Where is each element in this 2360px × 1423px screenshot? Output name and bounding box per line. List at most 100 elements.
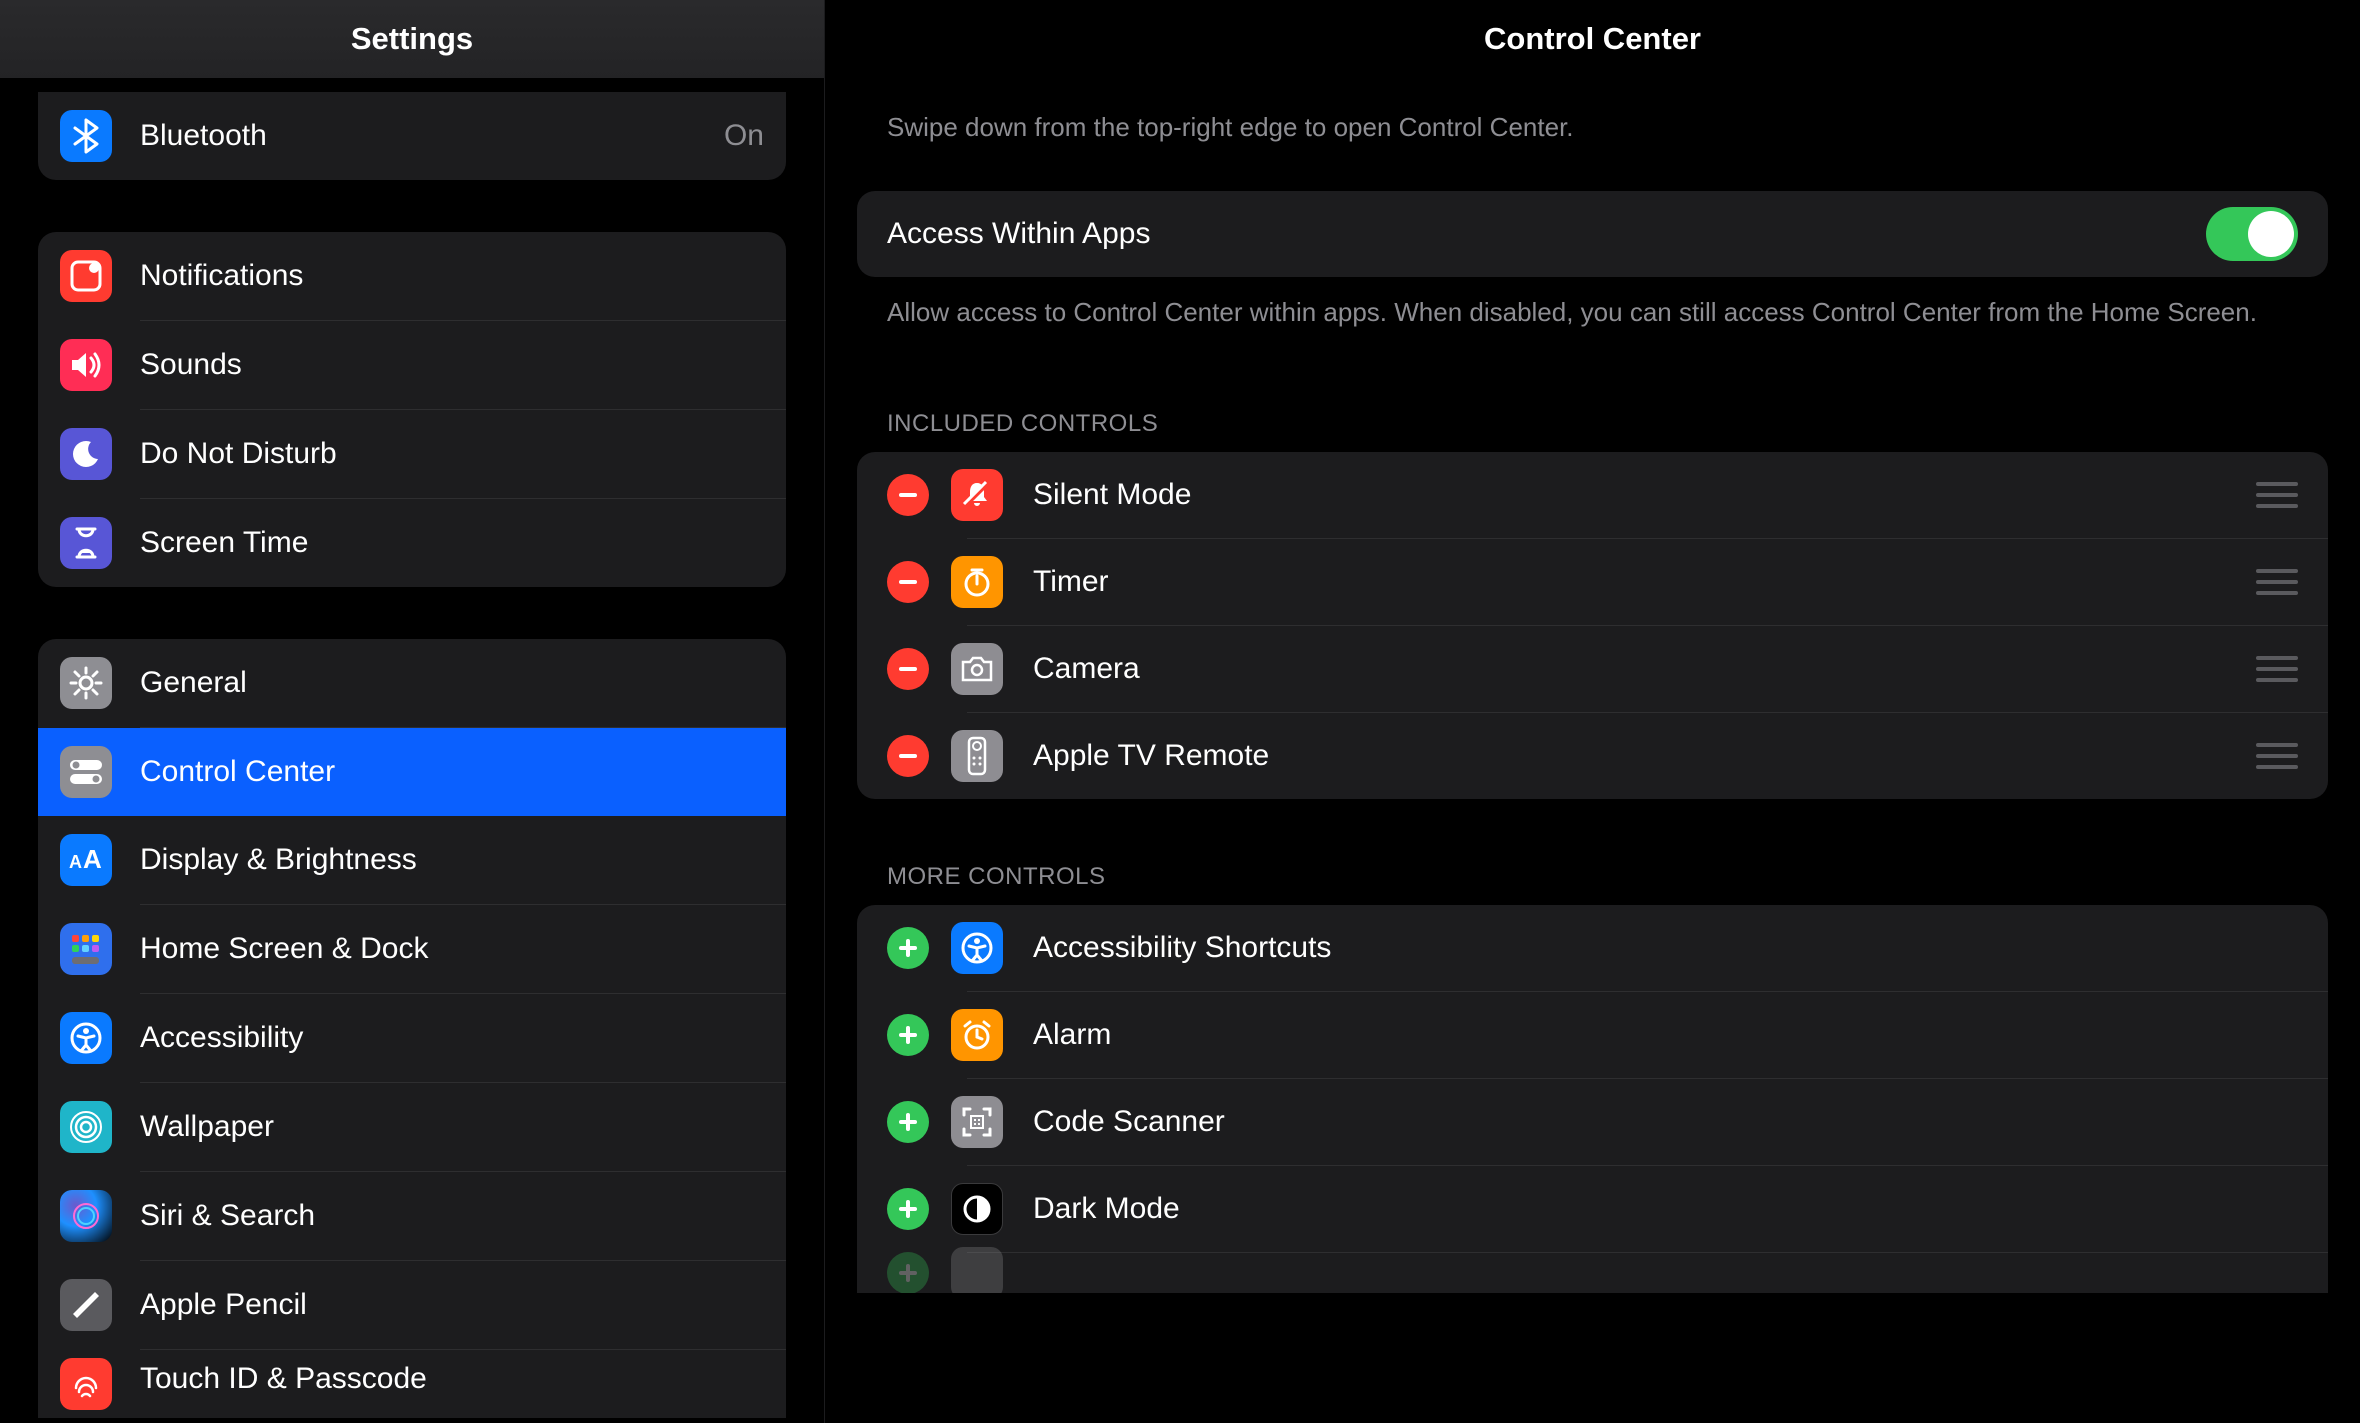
sidebar-item-label: General — [140, 666, 764, 700]
sidebar-item-control-center[interactable]: Control Center — [38, 728, 786, 816]
fingerprint-icon — [60, 1358, 112, 1410]
sidebar-item-value: On — [724, 119, 764, 153]
moon-icon — [60, 428, 112, 480]
sidebar-item-do-not-disturb[interactable]: Do Not Disturb — [38, 410, 786, 498]
included-controls-header: INCLUDED CONTROLS — [857, 410, 2328, 452]
remove-button[interactable] — [887, 735, 929, 777]
access-within-apps-switch[interactable] — [2206, 207, 2298, 261]
sidebar-group-notifications: Notifications Sounds Do Not Disturb — [38, 232, 786, 587]
remove-button[interactable] — [887, 561, 929, 603]
qr-scanner-icon — [951, 1096, 1003, 1148]
included-item-label: Timer — [1033, 565, 2256, 599]
app-root: Settings Bluetooth On Notificat — [0, 0, 2360, 1423]
more-item-label: Alarm — [1033, 1018, 2298, 1052]
svg-text:A: A — [69, 852, 82, 872]
drag-handle[interactable] — [2256, 482, 2298, 508]
sidebar-item-screen-time[interactable]: Screen Time — [38, 499, 786, 587]
more-controls-card: Accessibility Shortcuts Alarm Co — [857, 905, 2328, 1293]
more-item-label: Code Scanner — [1033, 1105, 2298, 1139]
more-item-extra — [857, 1253, 2328, 1293]
app-grid-icon — [60, 923, 112, 975]
more-item-accessibility-shortcuts: Accessibility Shortcuts — [857, 905, 2328, 991]
sidebar-item-label: Screen Time — [140, 526, 764, 560]
add-button[interactable] — [887, 1014, 929, 1056]
more-item-label: Dark Mode — [1033, 1192, 2298, 1226]
sidebar-item-label: Touch ID & Passcode — [140, 1362, 764, 1396]
sidebar-item-accessibility[interactable]: Accessibility — [38, 994, 786, 1082]
more-item-label: Accessibility Shortcuts — [1033, 931, 2298, 965]
sidebar-item-label: Siri & Search — [140, 1199, 764, 1233]
dark-mode-icon — [951, 1183, 1003, 1235]
sidebar-item-wallpaper[interactable]: Wallpaper — [38, 1083, 786, 1171]
included-item-silent-mode: Silent Mode — [857, 452, 2328, 538]
sidebar-item-label: Sounds — [140, 348, 764, 382]
included-item-camera: Camera — [857, 626, 2328, 712]
drag-handle[interactable] — [2256, 656, 2298, 682]
accessibility-icon — [60, 1012, 112, 1064]
access-within-apps-label: Access Within Apps — [887, 217, 2206, 251]
siri-icon — [60, 1190, 112, 1242]
included-item-apple-tv-remote: Apple TV Remote — [857, 713, 2328, 799]
remove-button[interactable] — [887, 474, 929, 516]
sidebar-item-bluetooth[interactable]: Bluetooth On — [38, 92, 786, 180]
sidebar-item-siri-search[interactable]: Siri & Search — [38, 1172, 786, 1260]
included-item-label: Silent Mode — [1033, 478, 2256, 512]
detail-title: Control Center — [825, 0, 2360, 78]
drag-handle[interactable] — [2256, 569, 2298, 595]
sidebar-item-label: Home Screen & Dock — [140, 932, 764, 966]
more-item-alarm: Alarm — [857, 992, 2328, 1078]
detail-scroll[interactable]: Swipe down from the top-right edge to op… — [825, 78, 2360, 1423]
more-item-code-scanner: Code Scanner — [857, 1079, 2328, 1165]
sidebar-item-notifications[interactable]: Notifications — [38, 232, 786, 320]
sidebar-scroll[interactable]: Bluetooth On Notifications Sounds — [0, 78, 824, 1423]
toggles-icon — [60, 746, 112, 798]
sidebar-item-sounds[interactable]: Sounds — [38, 321, 786, 409]
bell-slashed-icon — [951, 469, 1003, 521]
sidebar-item-label: Apple Pencil — [140, 1288, 764, 1322]
remote-icon — [951, 730, 1003, 782]
more-item-dark-mode: Dark Mode — [857, 1166, 2328, 1252]
detail-hint: Swipe down from the top-right edge to op… — [857, 112, 2328, 143]
sidebar-item-apple-pencil[interactable]: Apple Pencil — [38, 1261, 786, 1349]
sidebar-group-connectivity: Bluetooth On — [38, 92, 786, 180]
sidebar-item-label: Control Center — [140, 755, 764, 789]
sidebar-item-label: Accessibility — [140, 1021, 764, 1055]
included-item-timer: Timer — [857, 539, 2328, 625]
included-controls-card: Silent Mode Timer — [857, 452, 2328, 799]
included-item-label: Camera — [1033, 652, 2256, 686]
drag-handle[interactable] — [2256, 743, 2298, 769]
placeholder-icon — [951, 1247, 1003, 1293]
detail-panel: Control Center Swipe down from the top-r… — [825, 0, 2360, 1423]
settings-sidebar: Settings Bluetooth On Notificat — [0, 0, 825, 1423]
sidebar-item-touch-id-passcode[interactable]: Touch ID & Passcode — [38, 1350, 786, 1418]
remove-button[interactable] — [887, 648, 929, 690]
access-within-apps-footer: Allow access to Control Center within ap… — [857, 277, 2328, 330]
timer-icon — [951, 556, 1003, 608]
access-within-apps-card: Access Within Apps — [857, 191, 2328, 277]
add-button[interactable] — [887, 1188, 929, 1230]
add-button[interactable] — [887, 1101, 929, 1143]
sidebar-item-home-screen-dock[interactable]: Home Screen & Dock — [38, 905, 786, 993]
add-button[interactable] — [887, 927, 929, 969]
add-button[interactable] — [887, 1252, 929, 1293]
pencil-icon — [60, 1279, 112, 1331]
sidebar-title: Settings — [0, 0, 824, 78]
more-controls-header: MORE CONTROLS — [857, 863, 2328, 905]
accessibility-icon — [951, 922, 1003, 974]
sidebar-item-label: Display & Brightness — [140, 843, 764, 877]
sidebar-item-label: Notifications — [140, 259, 764, 293]
included-item-label: Apple TV Remote — [1033, 739, 2256, 773]
sidebar-group-general: General Control Center AA Display & Brig… — [38, 639, 786, 1418]
hourglass-icon — [60, 517, 112, 569]
wallpaper-icon — [60, 1101, 112, 1153]
sidebar-item-general[interactable]: General — [38, 639, 786, 727]
gear-icon — [60, 657, 112, 709]
sounds-icon — [60, 339, 112, 391]
access-within-apps-row[interactable]: Access Within Apps — [857, 191, 2328, 277]
notifications-icon — [60, 250, 112, 302]
sidebar-item-display-brightness[interactable]: AA Display & Brightness — [38, 816, 786, 904]
sidebar-item-label: Do Not Disturb — [140, 437, 764, 471]
text-size-icon: AA — [60, 834, 112, 886]
svg-text:A: A — [83, 846, 102, 874]
camera-icon — [951, 643, 1003, 695]
